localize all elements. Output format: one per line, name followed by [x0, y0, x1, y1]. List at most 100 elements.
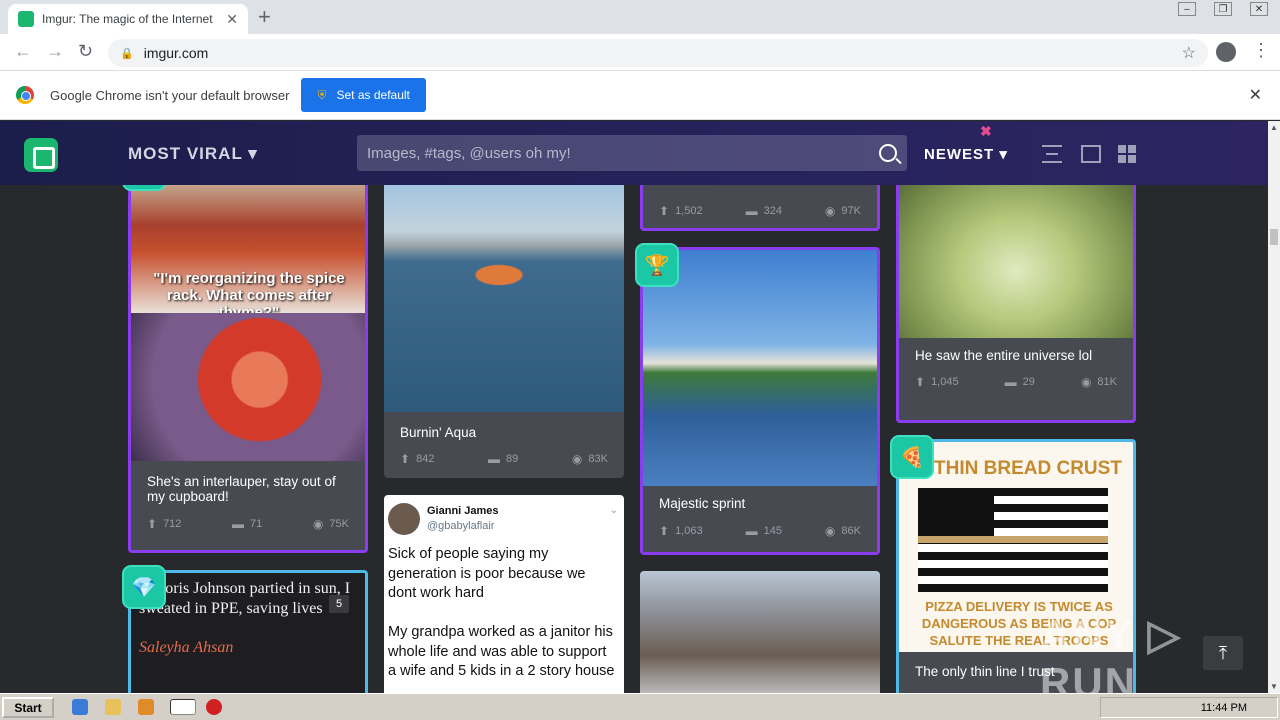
post-card[interactable]: Majestic sprint ⬆ 1,063 ▬ 145 ◉ 86K	[640, 247, 880, 555]
post-stats: ⬆ 1,045 ▬ 29 ◉ 81K	[915, 375, 1117, 389]
folder-icon[interactable]	[105, 699, 121, 715]
browser-tab[interactable]: Imgur: The magic of the Internet ✕	[8, 4, 248, 34]
tweet-text: My grandpa worked as a janitor his whole…	[388, 624, 615, 679]
tweet-handle: @gbabylaflair	[427, 520, 495, 532]
filter-icon[interactable]	[1042, 145, 1062, 163]
stop-icon[interactable]	[206, 699, 222, 715]
comments: ▬ 145	[745, 524, 782, 538]
browser-titlebar: Imgur: The magic of the Internet ✕ + – ❐…	[0, 0, 1280, 34]
comment-icon: ▬	[1004, 375, 1017, 389]
post-title: She's an interlauper, stay out of my cup…	[147, 474, 336, 504]
trophy-badge-icon	[122, 185, 166, 191]
close-window-icon[interactable]: ✕	[1250, 2, 1268, 16]
ie-icon[interactable]	[72, 699, 88, 715]
column-view-icon[interactable]	[1081, 145, 1101, 163]
trophy-badge-icon: 🏆	[635, 243, 679, 287]
upvote-icon[interactable]: ⬆	[400, 452, 410, 466]
chevron-down-icon[interactable]: ⌄	[610, 505, 618, 516]
start-label: Start	[14, 700, 42, 715]
imgur-header: MOST VIRAL ▾ Images, #tags, @users oh my…	[0, 121, 1268, 185]
start-button[interactable]: Start	[2, 697, 54, 718]
post-card[interactable]: ⬆ 1,502 ▬ 324 ◉ 97K	[640, 185, 880, 231]
upvotes: ⬆ 712	[147, 517, 182, 531]
post-title: Majestic sprint	[659, 496, 746, 511]
back-icon[interactable]: ←	[14, 41, 32, 62]
post-card[interactable]: "I'm reorganizing the spice rack. What c…	[128, 185, 368, 553]
tweet-card[interactable]: Gianni James @gbabylaflair ⌄ Sick of peo…	[384, 495, 624, 693]
window-controls: – ❐ ✕	[1178, 2, 1268, 16]
car-shape	[464, 260, 534, 290]
new-tab-button[interactable]: +	[258, 4, 271, 30]
post-stats: ⬆ 842 ▬ 89 ◉ 83K	[400, 452, 608, 466]
grid-view-icon[interactable]	[1118, 145, 1138, 163]
post-image	[899, 185, 1133, 338]
comments: ▬ 89	[488, 452, 519, 466]
upvotes: ⬆ 1,045	[915, 375, 959, 389]
upvote-icon[interactable]: ⬆	[147, 517, 157, 531]
forward-icon[interactable]: →	[46, 41, 64, 62]
search-input[interactable]: Images, #tags, @users oh my!	[357, 135, 907, 171]
post-image	[131, 313, 365, 461]
search-placeholder: Images, #tags, @users oh my!	[367, 144, 571, 162]
post-card[interactable]: Burnin' Aqua ⬆ 842 ▬ 89 ◉ 83K	[384, 185, 624, 478]
quote-text: le Boris Johnson partied in sun, I sweat…	[139, 580, 351, 617]
eye-icon: ◉	[1080, 375, 1092, 389]
upvote-icon[interactable]: ⬆	[659, 204, 669, 218]
address-bar[interactable]: 🔒 imgur.com ☆	[108, 39, 1208, 67]
comment-icon: ▬	[745, 204, 758, 218]
infobar-close-icon[interactable]: ✕	[1249, 85, 1262, 105]
scroll-up-icon[interactable]: ▲	[1270, 123, 1278, 132]
decorative-x-icon: ✖	[980, 123, 992, 139]
sort-dropdown[interactable]: NEWEST ▾	[924, 145, 1008, 163]
close-tab-icon[interactable]: ✕	[226, 11, 238, 28]
views: ◉ 81K	[1080, 375, 1117, 389]
chrome-logo-icon	[16, 86, 34, 104]
shield-icon: ⛨	[317, 87, 327, 102]
restore-icon[interactable]: ❐	[1214, 2, 1232, 16]
media-player-icon[interactable]	[138, 699, 154, 715]
comments: ▬ 324	[745, 204, 782, 218]
eye-icon: ◉	[824, 204, 836, 218]
section-dropdown[interactable]: MOST VIRAL ▾	[128, 144, 258, 164]
lock-icon: 🔒	[120, 47, 134, 60]
post-card[interactable]	[640, 571, 880, 693]
menu-kebab-icon[interactable]: ⋮	[1252, 40, 1270, 61]
upvotes: ⬆ 1,502	[659, 204, 703, 218]
set-default-button[interactable]: ⛨ Set as default	[301, 78, 426, 112]
comment-icon: ▬	[745, 524, 758, 538]
upvote-icon[interactable]: ⬆	[659, 524, 669, 538]
scroll-to-top-button[interactable]: ⤒	[1203, 636, 1243, 670]
page-scrollbar[interactable]: ▲ ▼	[1268, 121, 1280, 693]
search-icon[interactable]	[879, 144, 897, 162]
comment-icon: ▬	[488, 452, 501, 466]
system-tray: 11:44 PM	[1100, 697, 1278, 718]
chrome-taskbar-icon[interactable]	[170, 699, 196, 715]
album-count: 5	[329, 595, 349, 613]
tweet-text: Sick of people saying my generation is p…	[388, 546, 586, 601]
url-text: imgur.com	[143, 45, 209, 61]
eye-icon: ◉	[824, 524, 836, 538]
windows-taskbar: Start 11:44 PM	[0, 693, 1280, 720]
tab-title: Imgur: The magic of the Internet	[42, 12, 213, 26]
diamond-badge-icon: 💎	[122, 565, 166, 609]
post-stats: ⬆ 712 ▬ 71 ◉ 75K	[147, 517, 349, 531]
profile-avatar-icon[interactable]	[1216, 42, 1236, 62]
reload-icon[interactable]: ↻	[78, 41, 93, 62]
avatar	[388, 503, 420, 535]
post-title: Burnin' Aqua	[400, 425, 477, 440]
post-title: He saw the entire universe lol	[915, 348, 1093, 363]
pizza-badge-icon: 🍕	[890, 435, 934, 479]
eye-icon: ◉	[312, 517, 324, 531]
post-card[interactable]: He saw the entire universe lol ⬆ 1,045 ▬ 2…	[896, 185, 1136, 423]
post-stats: ⬆ 1,502 ▬ 324 ◉ 97K	[659, 204, 861, 218]
image-text: E THIN BREAD CRUST	[916, 458, 1122, 479]
scroll-thumb[interactable]	[1270, 229, 1278, 245]
minimize-icon[interactable]: –	[1178, 2, 1196, 16]
views: ◉ 83K	[571, 452, 608, 466]
bookmark-star-icon[interactable]: ☆	[1182, 43, 1196, 63]
eye-icon: ◉	[571, 452, 583, 466]
views: ◉ 86K	[824, 524, 861, 538]
upvote-icon[interactable]: ⬆	[915, 375, 925, 389]
imgur-logo-icon[interactable]	[24, 138, 58, 172]
post-title: The only thin line I trust	[915, 664, 1055, 679]
